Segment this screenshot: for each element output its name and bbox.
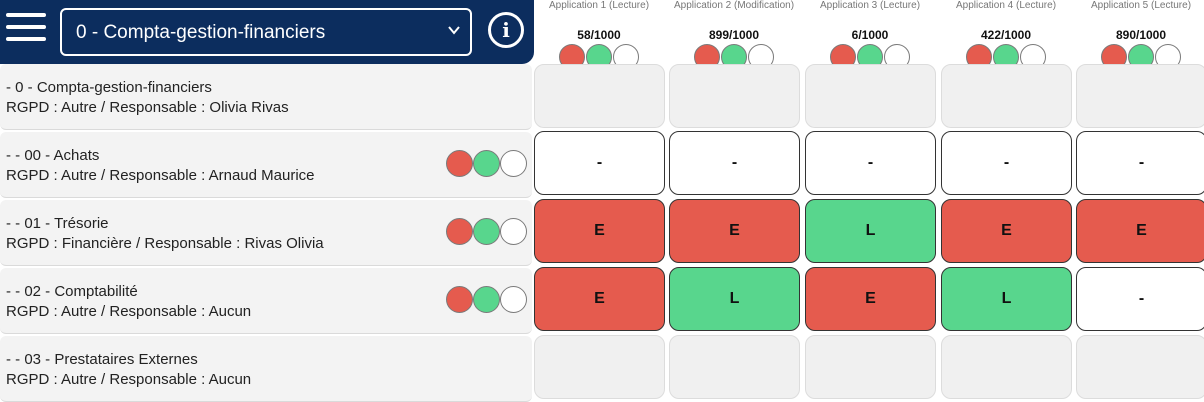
permission-cell[interactable]: - xyxy=(805,131,936,195)
top-bar: 0 - Compta-gestion-financiers i xyxy=(0,0,534,64)
hamburger-icon[interactable] xyxy=(6,13,46,45)
column-title: Application 3 (Lecture) xyxy=(819,0,921,11)
permission-cell[interactable]: - xyxy=(534,131,665,195)
permission-cell[interactable] xyxy=(941,64,1072,128)
domain-select[interactable]: 0 - Compta-gestion-financiers xyxy=(60,8,472,56)
permission-cell[interactable]: E xyxy=(941,199,1072,263)
none-dot-icon[interactable] xyxy=(500,150,527,177)
permission-cell[interactable]: E xyxy=(534,199,665,263)
column-score: 422/1000 xyxy=(980,28,1032,42)
column-score: 6/1000 xyxy=(851,28,889,42)
permission-cell[interactable]: E xyxy=(534,267,665,331)
permission-cell[interactable]: L xyxy=(941,267,1072,331)
permission-cell[interactable]: E xyxy=(669,199,800,263)
permission-cell[interactable] xyxy=(534,335,665,399)
column-header-5: Application 5 (Lecture) 890/1000 xyxy=(1076,0,1204,70)
read-dot-icon[interactable] xyxy=(473,218,500,245)
column-score: 890/1000 xyxy=(1115,28,1167,42)
permission-toggle-icon[interactable] xyxy=(446,150,528,178)
permission-cell[interactable]: - xyxy=(941,131,1072,195)
row-subtitle: RGPD : Autre / Responsable : Olivia Riva… xyxy=(6,99,289,116)
permission-cell[interactable] xyxy=(805,335,936,399)
permission-cell[interactable]: E xyxy=(1076,199,1204,263)
column-title: Application 5 (Lecture) xyxy=(1090,0,1192,11)
edit-dot-icon[interactable] xyxy=(446,218,473,245)
column-header-1: Application 1 (Lecture) 58/1000 xyxy=(534,0,664,70)
permission-cell[interactable] xyxy=(669,335,800,399)
row-label[interactable]: - - 00 - Achats RGPD : Autre / Responsab… xyxy=(0,132,532,198)
row-label[interactable]: - 0 - Compta-gestion-financiers RGPD : A… xyxy=(0,64,532,130)
permission-cell[interactable]: L xyxy=(669,267,800,331)
edit-dot-icon[interactable] xyxy=(446,286,473,313)
permission-toggle-icon[interactable] xyxy=(446,286,528,314)
permission-cell[interactable]: L xyxy=(805,199,936,263)
read-dot-icon[interactable] xyxy=(473,150,500,177)
permission-cell[interactable]: - xyxy=(1076,267,1204,331)
none-dot-icon[interactable] xyxy=(500,286,527,313)
row-title: - - 03 - Prestataires Externes xyxy=(6,351,198,368)
edit-dot-icon[interactable] xyxy=(446,150,473,177)
none-dot-icon[interactable] xyxy=(500,218,527,245)
permission-cell[interactable]: E xyxy=(805,267,936,331)
column-title: Application 4 (Lecture) xyxy=(955,0,1057,11)
permission-cell[interactable] xyxy=(941,335,1072,399)
permission-cell[interactable] xyxy=(805,64,936,128)
permission-cell[interactable]: - xyxy=(1076,131,1204,195)
permission-cell[interactable] xyxy=(1076,335,1204,399)
read-dot-icon[interactable] xyxy=(473,286,500,313)
permission-cell[interactable] xyxy=(1076,64,1204,128)
row-label[interactable]: - - 03 - Prestataires Externes RGPD : Au… xyxy=(0,336,532,402)
column-score: 899/1000 xyxy=(708,28,760,42)
permission-cell[interactable]: - xyxy=(669,131,800,195)
chevron-down-icon xyxy=(448,26,460,35)
row-title: - 0 - Compta-gestion-financiers xyxy=(6,79,212,96)
row-label[interactable]: - - 01 - Trésorie RGPD : Financière / Re… xyxy=(0,200,532,266)
domain-select-value: 0 - Compta-gestion-financiers xyxy=(76,22,326,43)
row-subtitle: RGPD : Autre / Responsable : Aucun xyxy=(6,371,252,388)
column-header-2: Application 2 (Modification) 899/1000 xyxy=(669,0,799,70)
column-header-4: Application 4 (Lecture) 422/1000 xyxy=(941,0,1071,70)
column-title: Application 1 (Lecture) xyxy=(548,0,650,11)
column-score: 58/1000 xyxy=(577,28,621,42)
info-icon[interactable]: i xyxy=(488,12,524,48)
permission-cell[interactable] xyxy=(669,64,800,128)
row-label[interactable]: - - 02 - Comptabilité RGPD : Autre / Res… xyxy=(0,268,532,334)
column-header-3: Application 3 (Lecture) 6/1000 xyxy=(805,0,935,70)
column-title: Application 2 (Modification) xyxy=(673,0,795,11)
permission-toggle-icon[interactable] xyxy=(446,218,528,246)
permission-cell[interactable] xyxy=(534,64,665,128)
